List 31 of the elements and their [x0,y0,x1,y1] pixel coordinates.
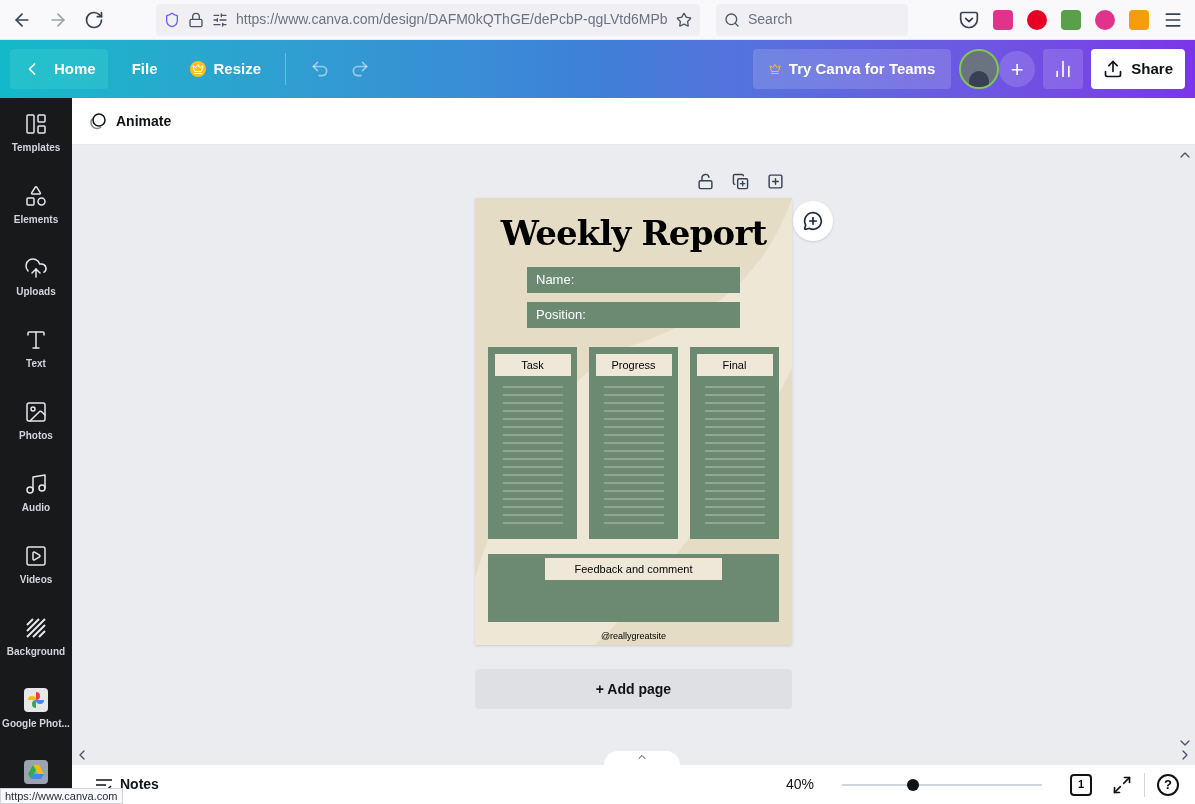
sidebar-item[interactable]: Videos [0,544,72,587]
animate-button[interactable]: Animate [88,110,172,132]
search-field[interactable]: Search [716,3,908,36]
status-link-tooltip: https://www.canva.com [0,788,123,804]
sidebar-item[interactable]: Text [0,328,72,371]
form-field: Name: [527,267,740,293]
teams-button[interactable]: Try Canva for Teams [752,49,952,89]
report-title: Weekly Report [500,212,767,255]
sidebar-item[interactable]: Background [0,616,72,659]
sidebar-item[interactable]: Audio [0,472,72,515]
add-page-button[interactable]: + Add page [475,669,792,709]
sidebar-item[interactable]: Uploads [0,256,72,299]
column-heading: Final [696,354,773,376]
help-button[interactable]: ? [1157,773,1179,796]
sidebar-item[interactable]: Elements [0,184,72,227]
footer-handle: @reallygreatsite [600,630,667,643]
sidebar-item[interactable]: Photos [0,400,72,443]
sidebar-item[interactable]: Google Phot... [0,688,72,731]
column-heading: Progress [595,354,672,376]
zoom-reading: 40% [785,775,814,794]
feedback-heading: Feedback and comment [545,558,722,580]
sidebar-item[interactable]: Templates [0,112,72,155]
form-field: Position: [527,302,740,328]
search-placeholder: Search [748,10,793,29]
add-member-button[interactable]: + [999,51,1036,87]
page-count-button[interactable]: 1 [1070,773,1092,796]
url-text: https://www.canva.com/design/DAFM0kQThGE/dePcbP-qgLVtd6MPb [236,10,668,29]
address-bar[interactable]: https://www.canva.com/design/DAFM0kQThGE/dePcbP-qgLVtd6MPb [156,3,700,36]
share-button[interactable]: Share [1091,49,1185,89]
column-heading: Task [494,354,571,376]
design-page[interactable]: Weekly Report Name: Position: Task Progress Final Feedback and comment @reallygreatsite [475,198,792,645]
